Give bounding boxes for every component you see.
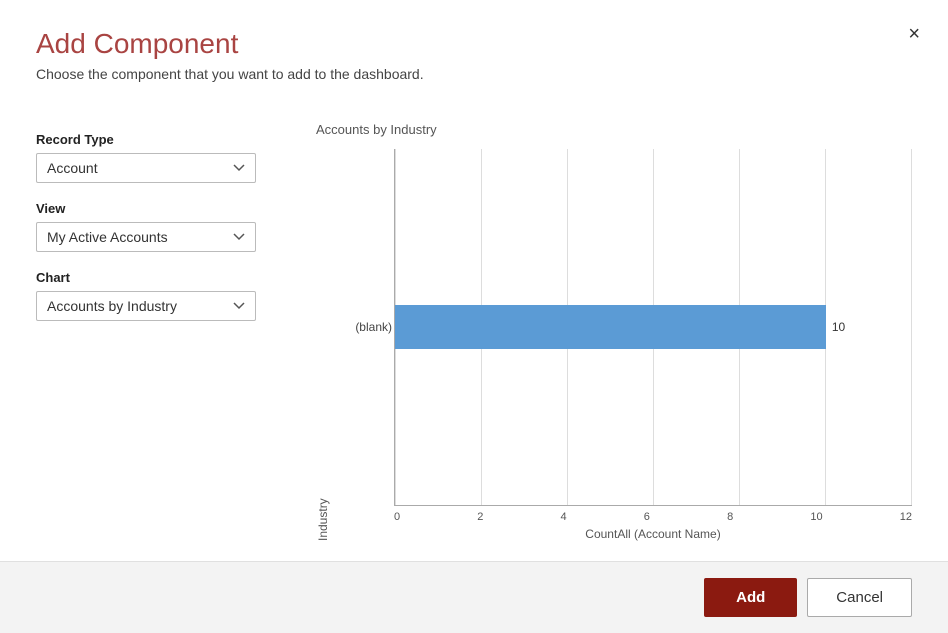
dialog-title: Add Component	[36, 28, 912, 60]
chart-label: Chart	[36, 270, 276, 285]
right-panel: Accounts by Industry Industry	[316, 112, 912, 541]
x-axis-ticks: 0 2 4 6 8 10 12	[394, 506, 912, 523]
record-type-group: Record Type Account Contact Opportunity …	[36, 132, 276, 183]
bar-category-label: (blank)	[330, 320, 392, 334]
chart-select[interactable]: Accounts by Industry Accounts by Type Ac…	[36, 291, 256, 321]
record-type-select[interactable]: Account Contact Opportunity Lead	[36, 153, 256, 183]
x-tick-10: 10	[810, 511, 822, 523]
x-tick-8: 8	[727, 511, 733, 523]
left-panel: Record Type Account Contact Opportunity …	[36, 112, 276, 541]
chart-title: Accounts by Industry	[316, 122, 912, 137]
chart-wrapper: Industry	[316, 149, 912, 541]
x-axis-label: CountAll (Account Name)	[394, 527, 912, 541]
bar-row: (blank) 10	[395, 297, 912, 357]
dialog-header: Add Component Choose the component that …	[0, 0, 948, 92]
cancel-button[interactable]: Cancel	[807, 578, 912, 617]
bar-value: 10	[832, 320, 845, 334]
add-button[interactable]: Add	[704, 578, 797, 617]
dialog-subtitle: Choose the component that you want to ad…	[36, 66, 912, 82]
record-type-label: Record Type	[36, 132, 276, 147]
x-tick-0: 0	[394, 511, 400, 523]
add-component-dialog: Add Component Choose the component that …	[0, 0, 948, 633]
bar	[395, 305, 826, 349]
view-group: View My Active Accounts All Accounts Rec…	[36, 201, 276, 252]
x-tick-4: 4	[561, 511, 567, 523]
y-axis-label: Industry	[316, 149, 330, 541]
x-tick-6: 6	[644, 511, 650, 523]
chart-group: Chart Accounts by Industry Accounts by T…	[36, 270, 276, 321]
view-select[interactable]: My Active Accounts All Accounts Recently…	[36, 222, 256, 252]
chart-container: Industry	[316, 149, 912, 541]
close-button[interactable]: ×	[908, 24, 920, 44]
x-tick-2: 2	[477, 511, 483, 523]
x-tick-12: 12	[900, 511, 912, 523]
view-label: View	[36, 201, 276, 216]
dialog-footer: Add Cancel	[0, 561, 948, 633]
dialog-body: Record Type Account Contact Opportunity …	[0, 92, 948, 551]
